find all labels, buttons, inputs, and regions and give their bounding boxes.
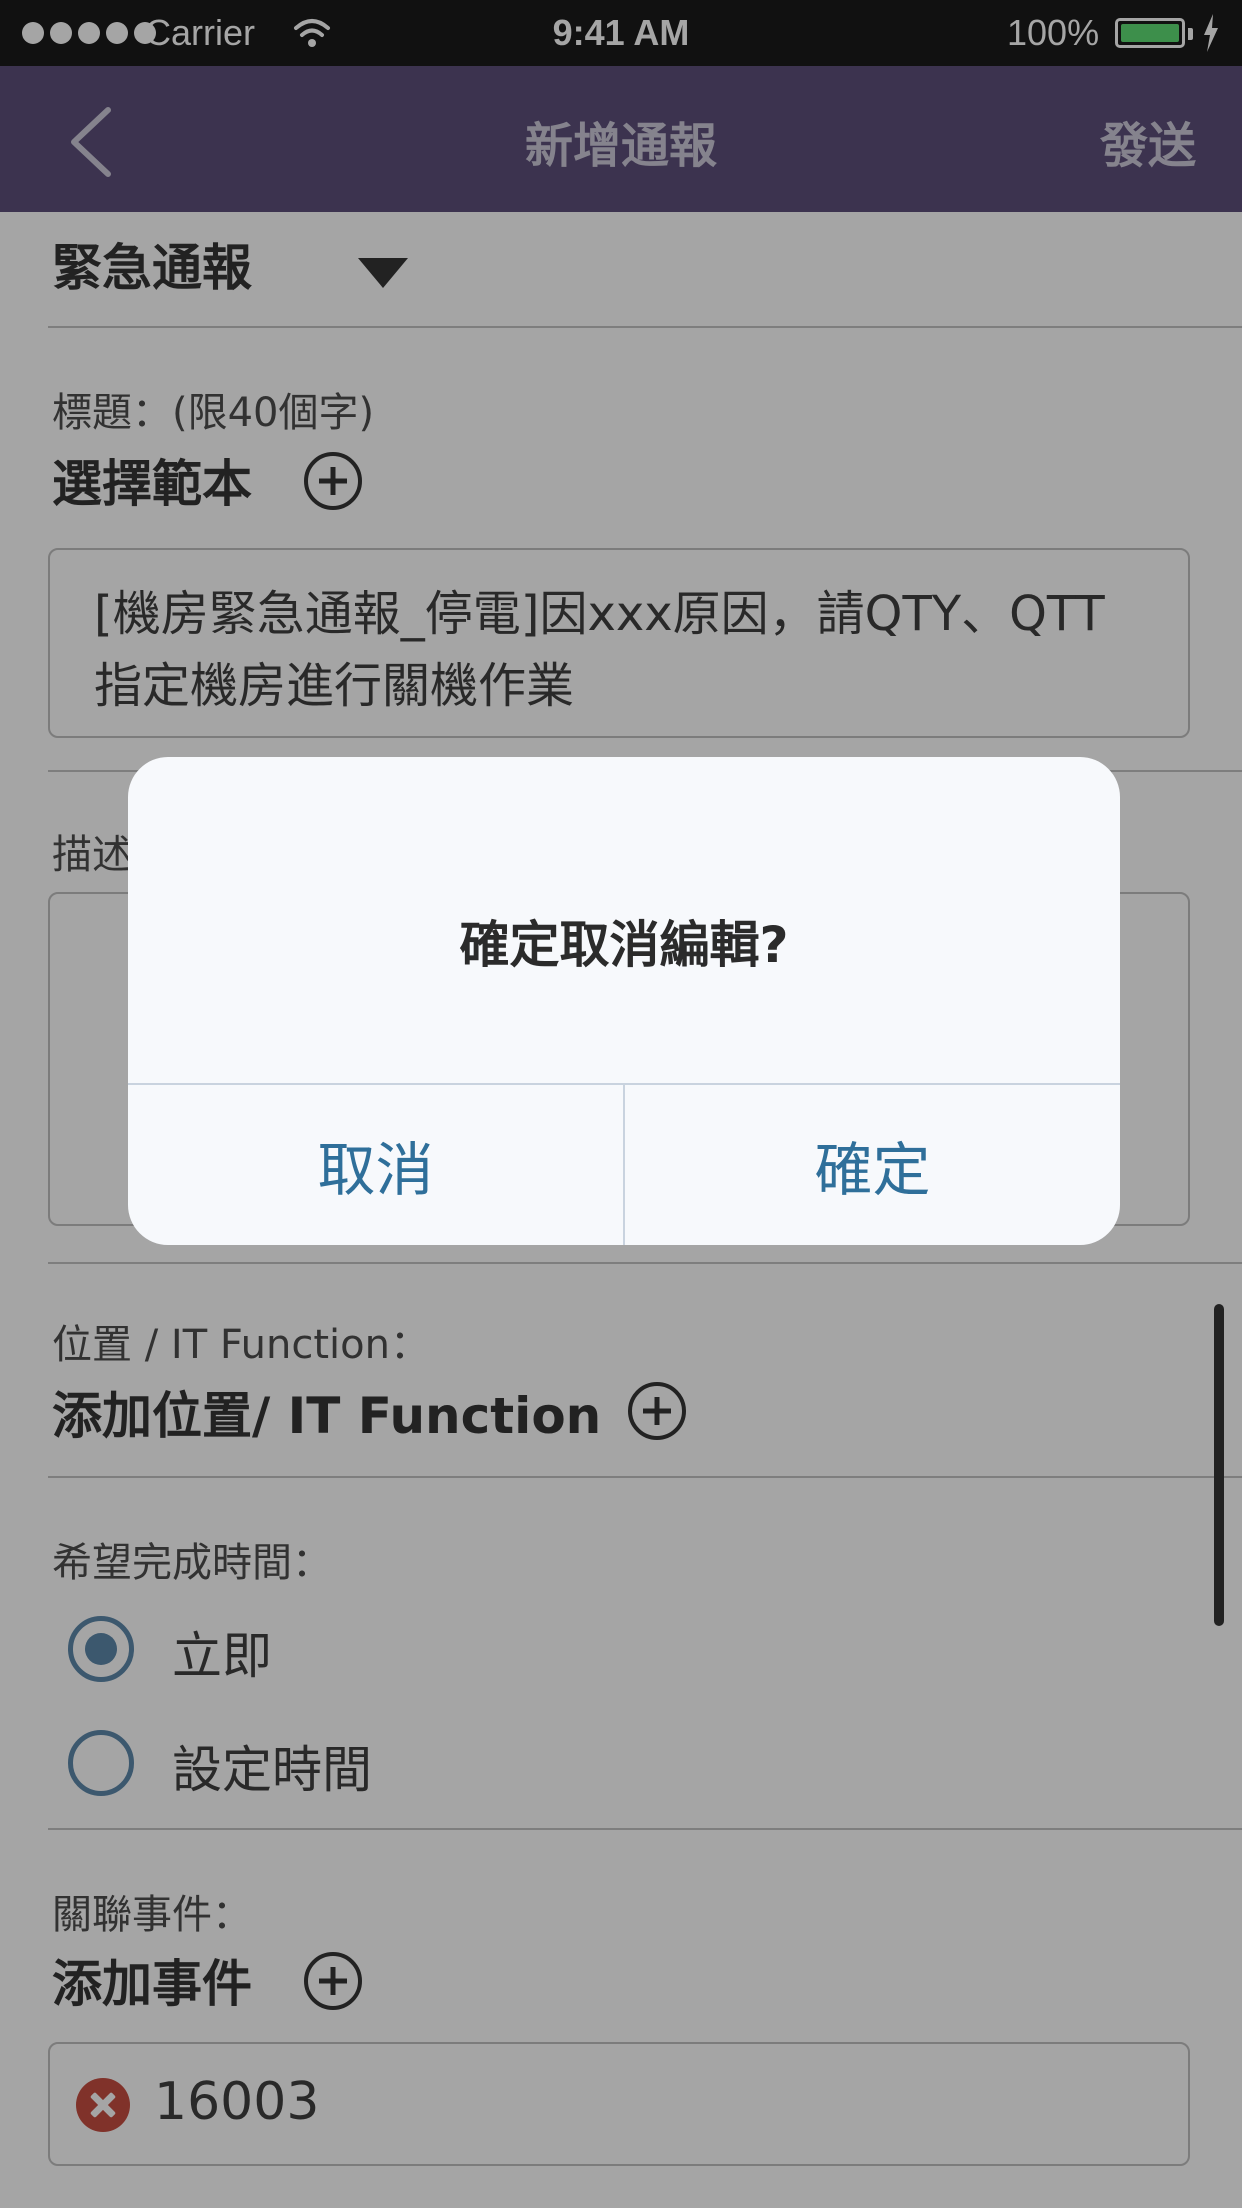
cancel-button[interactable]: 取消 [128,1085,623,1245]
dialog-message: 確定取消編輯? [459,916,789,974]
confirm-dialog: 確定取消編輯? 取消 確定 [128,757,1120,1245]
confirm-button[interactable]: 確定 [625,1085,1120,1245]
